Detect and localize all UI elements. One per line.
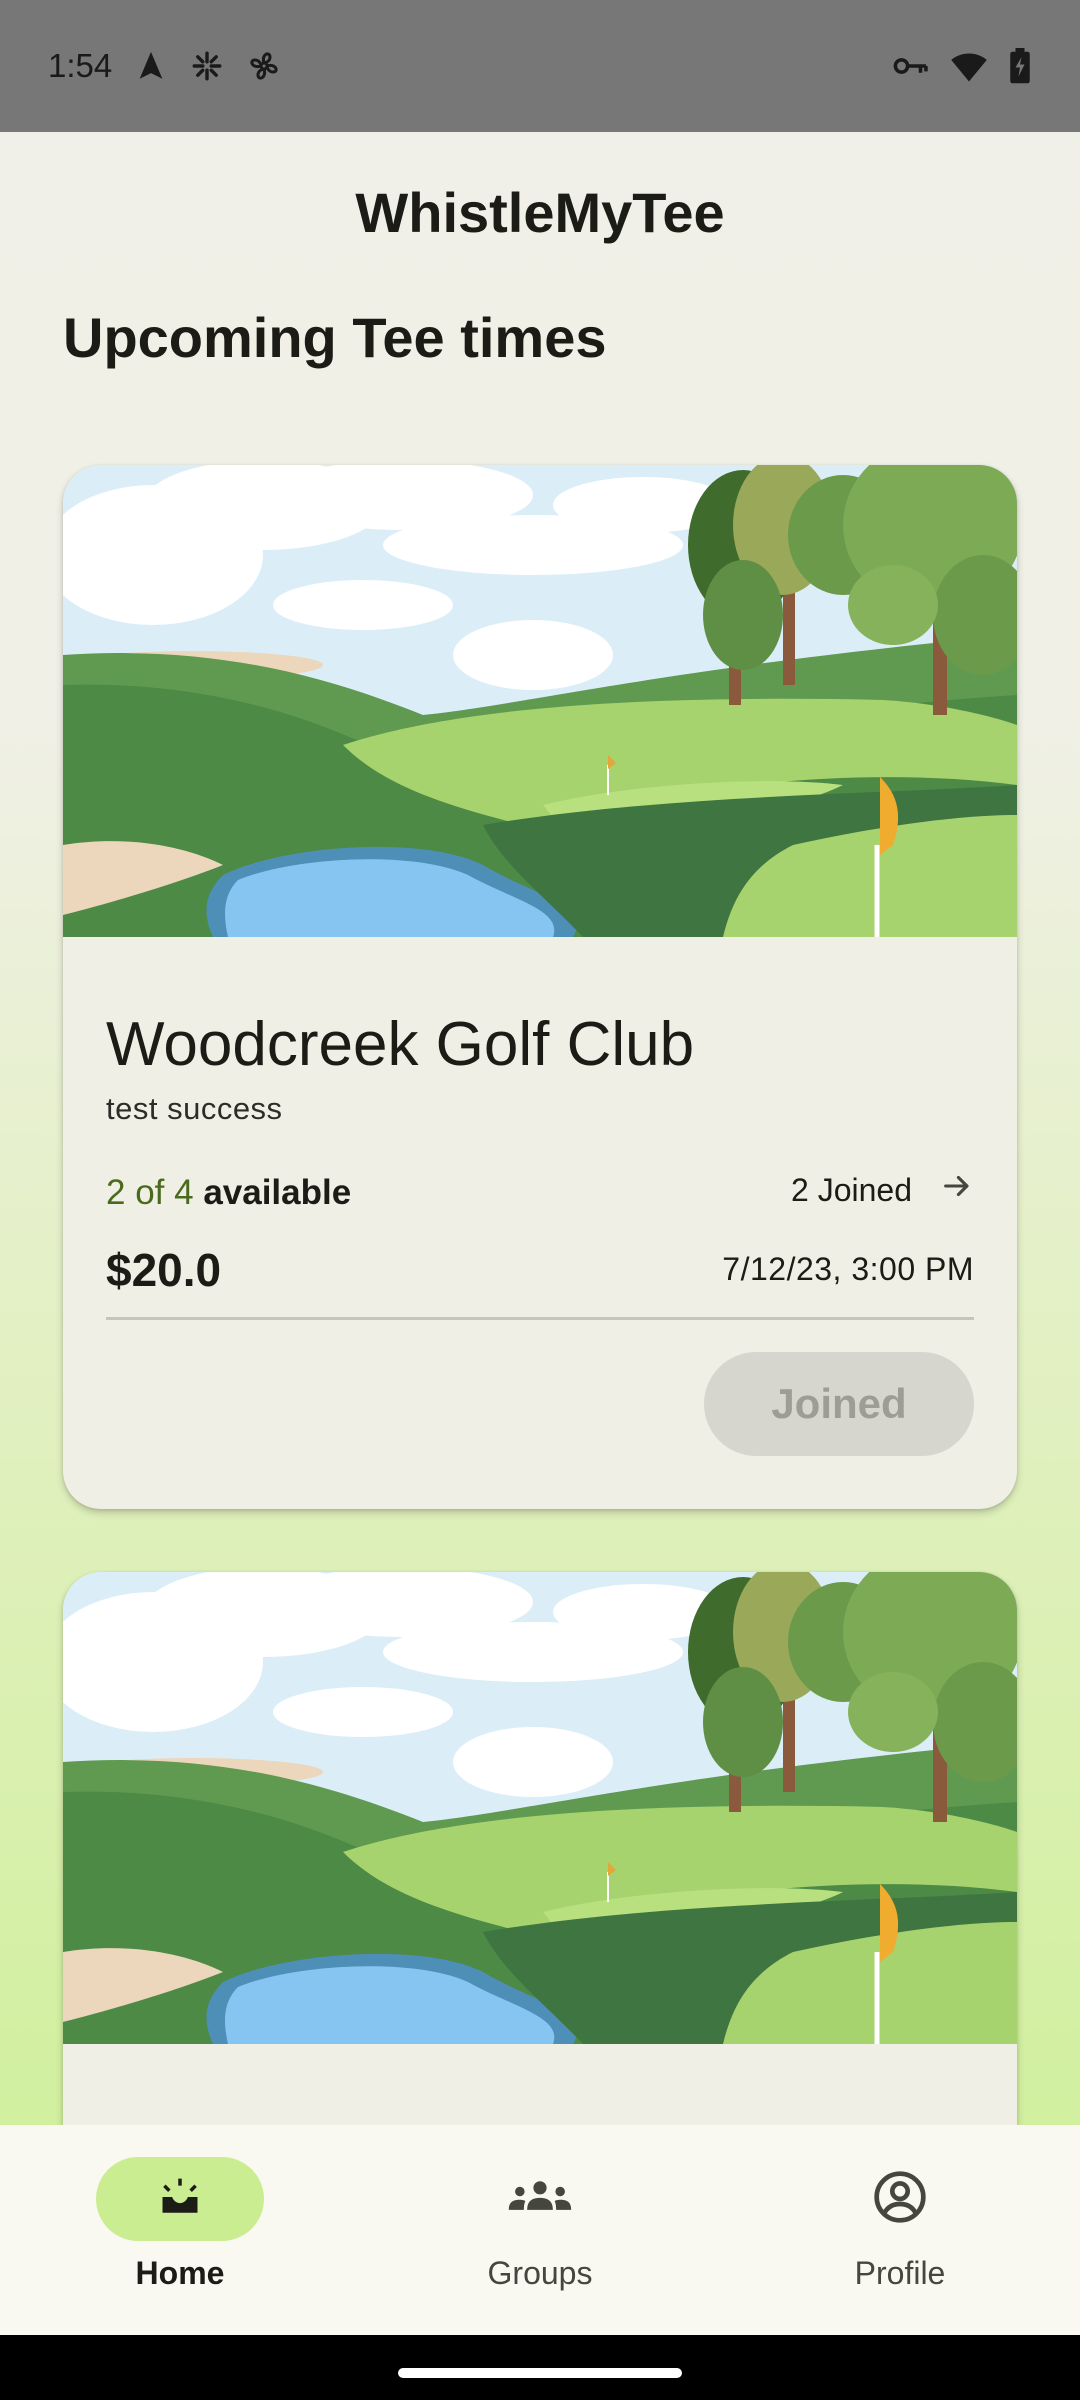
- nav-label-groups: Groups: [487, 2255, 593, 2291]
- golf-course-image: [63, 465, 1017, 937]
- vpn-key-icon: [892, 49, 930, 83]
- nav-label-profile: Profile: [854, 2255, 946, 2291]
- price: $20.0: [106, 1244, 222, 1296]
- tee-datetime: 7/12/23, 3:00 PM: [722, 1251, 974, 1287]
- nav-indicator: [456, 2157, 624, 2241]
- section-title: Upcoming Tee times: [63, 306, 607, 369]
- nav-indicator: [96, 2157, 264, 2241]
- arrow-right-icon: [940, 1169, 974, 1211]
- course-name: Woodcreek Golf Club: [106, 1010, 695, 1079]
- account-circle-icon: [872, 2169, 928, 2230]
- nav-label-home: Home: [135, 2255, 225, 2291]
- battery-charging-icon: [1008, 48, 1032, 84]
- nav-item-profile[interactable]: Profile: [720, 2125, 1080, 2335]
- navigation-icon: [134, 49, 168, 83]
- divider: [106, 1317, 974, 1320]
- availability: 2 of 4 available: [106, 1173, 351, 1213]
- joined-players-link[interactable]: 2 Joined: [791, 1169, 974, 1211]
- status-time: 1:54: [48, 47, 113, 84]
- wifi-icon: [950, 49, 988, 83]
- home-sunrise-icon: [159, 2176, 201, 2223]
- home-gesture-handle[interactable]: [398, 2368, 682, 2378]
- golf-course-image: [63, 1572, 1017, 2044]
- nav-item-home[interactable]: Home: [0, 2125, 360, 2335]
- available-count: 2 of 4: [106, 1173, 194, 1212]
- nav-indicator: [816, 2157, 984, 2241]
- available-label: available: [203, 1173, 352, 1212]
- fan-icon: [246, 48, 282, 84]
- course-description: test success: [106, 1091, 283, 1126]
- nav-item-groups[interactable]: Groups: [360, 2125, 720, 2335]
- bottom-navigation: Home Groups Profile: [0, 2125, 1080, 2335]
- joined-button[interactable]: Joined: [704, 1352, 974, 1456]
- asterisk-icon: [190, 49, 224, 83]
- tee-time-card[interactable]: Woodcreek Golf Club test success 2 of 4 …: [63, 465, 1017, 1509]
- joined-count: 2 Joined: [791, 1171, 912, 1208]
- status-bar: 1:54: [0, 0, 1080, 132]
- groups-icon: [507, 2175, 573, 2224]
- app-title: WhistleMyTee: [355, 181, 725, 244]
